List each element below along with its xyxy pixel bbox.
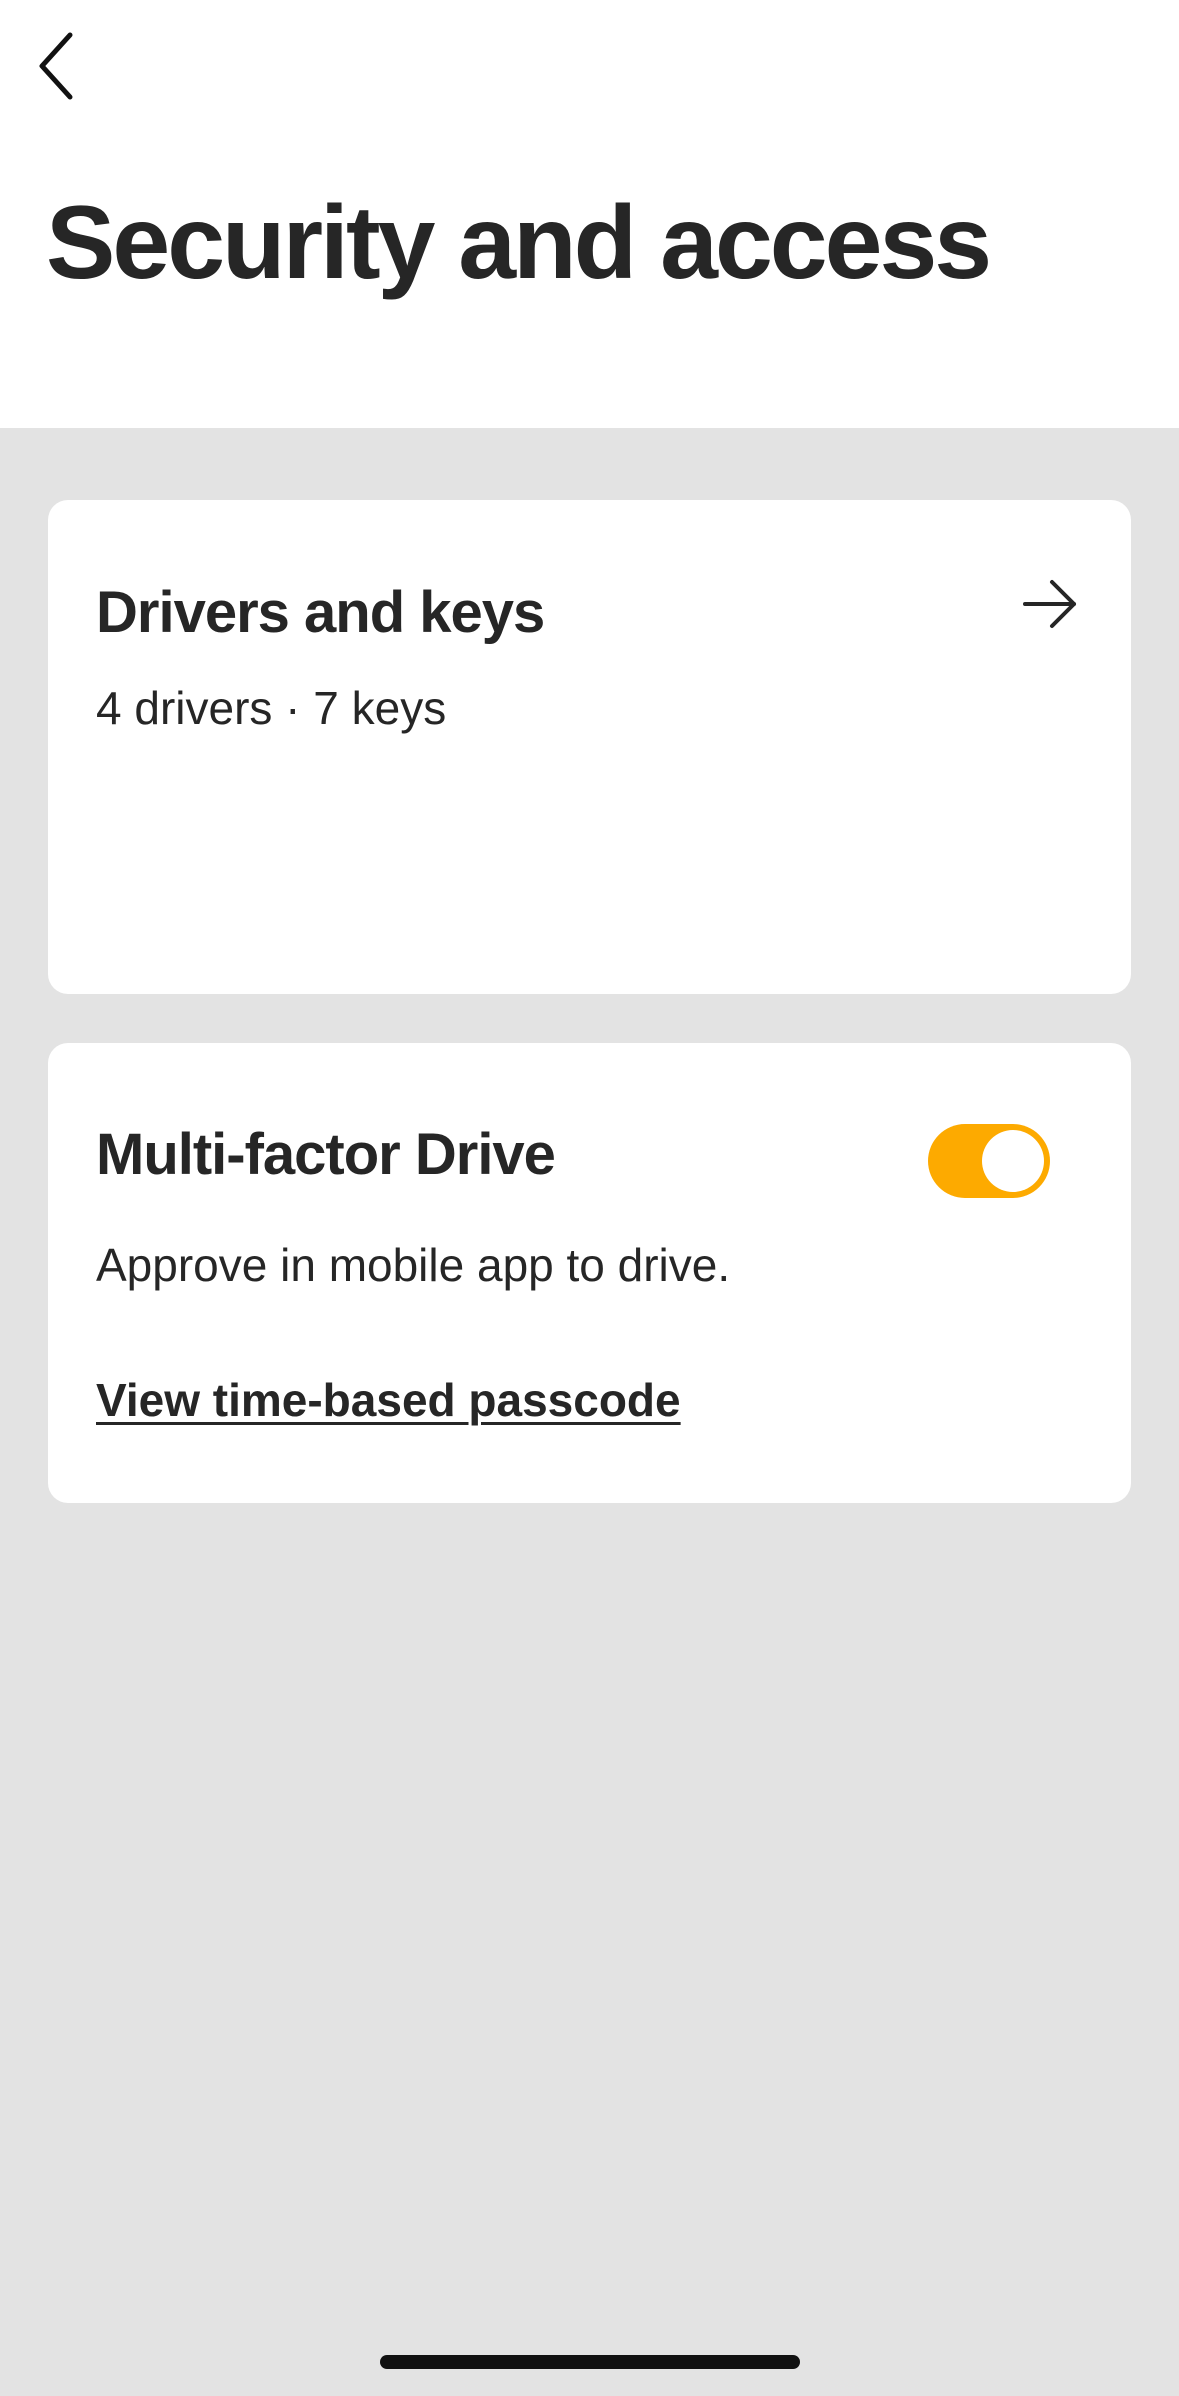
header: Security and access <box>0 0 1179 428</box>
mfa-card-description: Approve in mobile app to drive. <box>96 1239 731 1291</box>
page-title: Security and access <box>46 185 992 301</box>
drivers-card-arrow-button[interactable] <box>1018 572 1082 636</box>
drivers-and-keys-card[interactable] <box>48 500 1131 994</box>
arrow-right-icon <box>1023 580 1076 628</box>
view-passcode-link[interactable]: View time-based passcode <box>96 1372 681 1428</box>
home-indicator <box>380 2355 800 2369</box>
chevron-left-icon <box>39 32 73 100</box>
mfa-card-title: Multi-factor Drive <box>96 1122 556 1187</box>
back-button[interactable] <box>36 26 106 106</box>
drivers-card-subtitle: 4 drivers · 7 keys <box>96 682 447 734</box>
drivers-card-title: Drivers and keys <box>96 580 545 645</box>
toggle-knob <box>982 1130 1044 1192</box>
multi-factor-drive-toggle[interactable] <box>928 1124 1050 1198</box>
